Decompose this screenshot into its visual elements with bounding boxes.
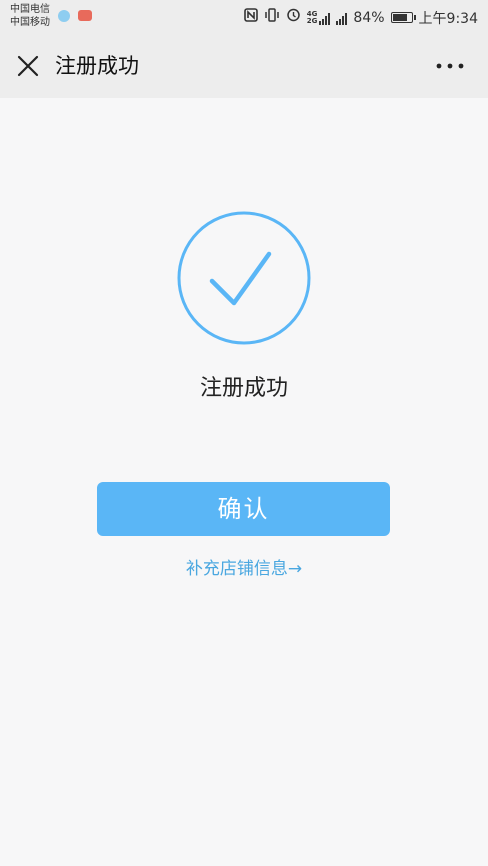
vibrate-icon bbox=[264, 7, 280, 28]
status-time: 上午9:34 bbox=[418, 10, 478, 27]
check-circle-icon bbox=[177, 211, 311, 345]
status-bar: 中国电信 中国移动 4G 2G 84% 上午9:34 bbox=[0, 0, 488, 34]
battery-percent: 84% bbox=[353, 9, 385, 26]
battery-icon bbox=[390, 12, 416, 23]
success-check-icon bbox=[176, 210, 312, 346]
notification-app-icon-2 bbox=[78, 10, 92, 21]
navigation-bar: 注册成功 bbox=[0, 34, 488, 98]
alarm-icon bbox=[286, 7, 301, 28]
close-icon bbox=[17, 55, 39, 77]
confirm-button[interactable]: 确认 bbox=[97, 482, 390, 536]
battery-fill bbox=[392, 14, 407, 21]
more-button[interactable] bbox=[434, 56, 466, 76]
network-label-2: 2G bbox=[306, 16, 318, 25]
status-right-group: 4G 2G 84% 上午9:34 bbox=[243, 7, 478, 28]
carrier-labels: 中国电信 中国移动 bbox=[10, 3, 50, 29]
close-button[interactable] bbox=[12, 50, 44, 82]
nfc-icon bbox=[243, 7, 258, 28]
signal-icon: 4G 2G bbox=[306, 10, 348, 25]
more-icon bbox=[436, 63, 464, 69]
success-message: 注册成功 bbox=[199, 376, 288, 401]
carrier-2: 中国移动 bbox=[10, 17, 50, 28]
notification-app-icon bbox=[58, 10, 70, 22]
supplement-store-info-link[interactable]: 补充店铺信息→ bbox=[0, 556, 488, 582]
carrier-1: 中国电信 bbox=[10, 4, 50, 15]
page-title: 注册成功 bbox=[55, 54, 139, 78]
